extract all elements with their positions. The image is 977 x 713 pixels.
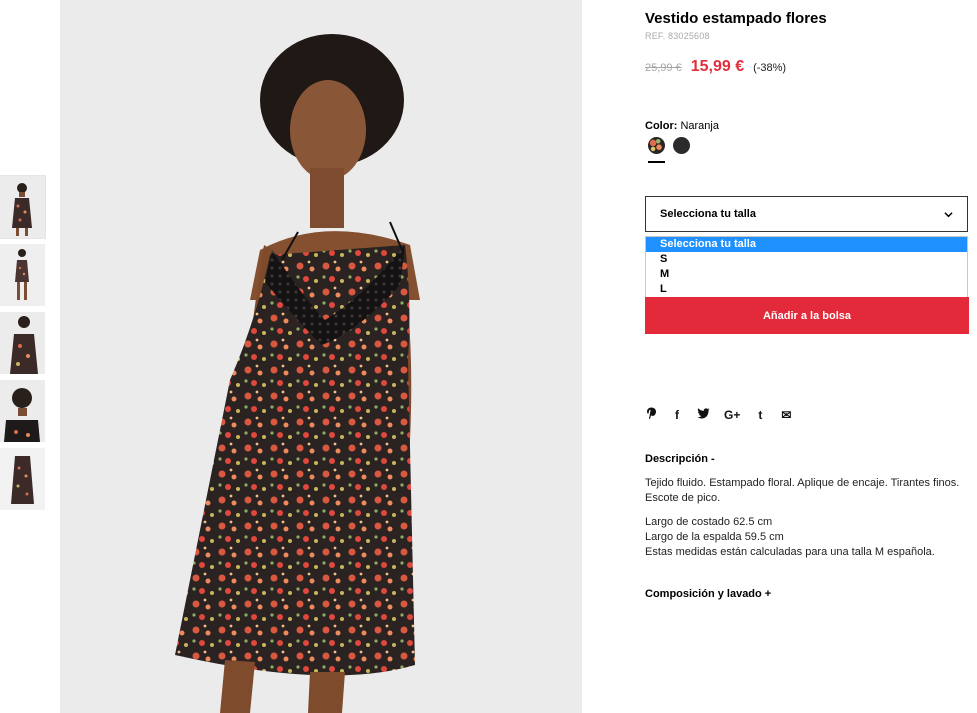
size-option[interactable]: Selecciona tu talla xyxy=(646,237,967,252)
measures-block: Largo de costado 62.5 cm Largo de la esp… xyxy=(645,515,975,560)
thumbnail-4[interactable] xyxy=(0,380,45,442)
facebook-icon[interactable]: f xyxy=(671,408,683,422)
thumbnail-2[interactable] xyxy=(0,244,45,306)
size-option[interactable]: S xyxy=(646,252,967,267)
pinterest-icon[interactable] xyxy=(645,407,657,423)
product-title: Vestido estampado flores xyxy=(645,10,827,27)
thumbnail-strip xyxy=(0,175,47,516)
description-title[interactable]: Descripción - xyxy=(645,453,715,465)
size-select-value: Selecciona tu talla xyxy=(660,208,756,220)
chevron-down-icon xyxy=(944,211,953,217)
tumblr-icon[interactable]: t xyxy=(754,408,766,422)
product-ref: REF. 83025608 xyxy=(645,31,710,41)
measure-line: Largo de la espalda 59.5 cm xyxy=(645,531,784,543)
discount-badge: (-38%) xyxy=(753,62,787,74)
size-dropdown: Selecciona tu talla S M L xyxy=(645,236,968,298)
original-price: 25,99 € xyxy=(645,62,682,74)
measure-line: Estas medidas están calculadas para una … xyxy=(645,546,935,558)
size-option[interactable]: M xyxy=(646,267,967,282)
twitter-icon[interactable] xyxy=(697,408,710,422)
color-value: Naranja xyxy=(680,120,719,132)
sale-price: 15,99 € xyxy=(690,58,745,75)
color-swatches xyxy=(648,137,690,154)
composition-toggle[interactable]: Composición y lavado + xyxy=(645,588,771,600)
thumbnail-1[interactable] xyxy=(0,175,46,239)
thumbnail-5[interactable] xyxy=(0,448,45,510)
add-to-bag-button[interactable]: Añadir a la bolsa xyxy=(645,297,969,334)
swatch-black[interactable] xyxy=(673,137,690,154)
swatch-floral[interactable] xyxy=(648,137,665,154)
color-label-title: Color: xyxy=(645,120,678,132)
size-option[interactable]: L xyxy=(646,282,967,297)
price-row: 25,99 € 15,99 € (-38%) xyxy=(645,58,786,76)
googleplus-icon[interactable]: G+ xyxy=(724,408,740,422)
social-share-bar: f G+ t ✉ xyxy=(645,407,792,423)
email-icon[interactable]: ✉ xyxy=(780,408,792,422)
selected-swatch-indicator xyxy=(648,161,665,163)
measure-line: Largo de costado 62.5 cm xyxy=(645,516,773,528)
main-product-image xyxy=(60,0,582,713)
description-text: Tejido fluido. Estampado floral. Aplique… xyxy=(645,477,960,504)
thumbnail-3[interactable] xyxy=(0,312,45,374)
size-select[interactable]: Selecciona tu talla xyxy=(645,196,968,232)
color-label: Color: Naranja xyxy=(645,120,719,132)
